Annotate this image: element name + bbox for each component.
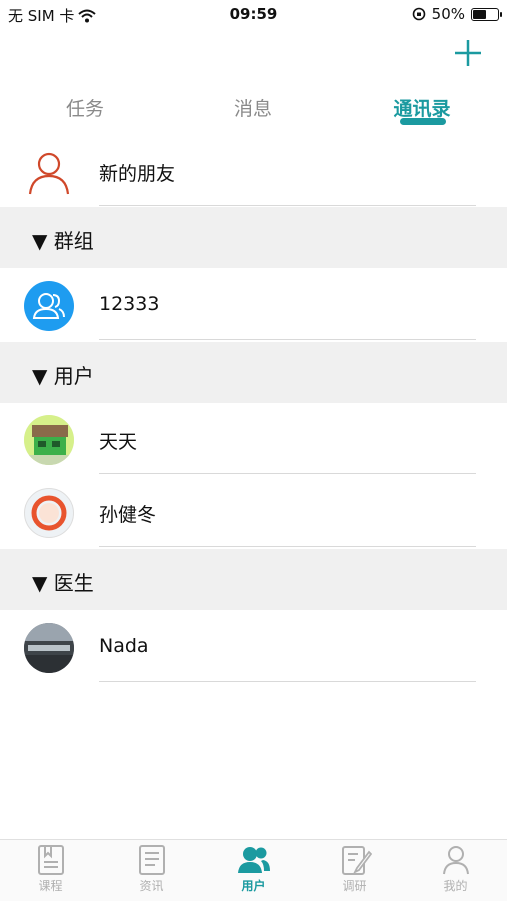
tab-messages[interactable]: 消息	[218, 94, 288, 121]
divider	[99, 339, 476, 340]
tabbar-label: 我的	[443, 879, 468, 893]
status-bar: 无 SIM 卡 09:59 50%	[0, 0, 507, 30]
new-friend-icon	[24, 147, 74, 197]
avatar	[24, 415, 74, 465]
add-icon[interactable]	[451, 36, 485, 70]
battery-percent: 50%	[431, 5, 465, 23]
section-doctors-label: ▼ 医生	[32, 571, 94, 595]
section-users[interactable]: ▼ 用户	[0, 342, 507, 403]
group-name: 12333	[99, 293, 160, 315]
tab-contacts[interactable]: 通讯录	[384, 94, 460, 121]
tab-tasks[interactable]: 任务	[50, 94, 120, 121]
list-item[interactable]: 12333	[0, 272, 507, 340]
list-item[interactable]: 天天	[0, 406, 507, 474]
divider	[99, 681, 476, 682]
group-avatar	[24, 281, 74, 331]
profile-icon	[443, 846, 469, 875]
tabbar-item-profile[interactable]: 我的	[405, 840, 506, 901]
news-icon	[139, 845, 165, 875]
tabbar-item-users[interactable]: 用户	[203, 840, 304, 901]
section-groups[interactable]: ▼ 群组	[0, 207, 507, 268]
avatar	[24, 623, 74, 673]
divider	[99, 205, 476, 206]
user-name: 天天	[99, 431, 138, 453]
tabbar-item-news[interactable]: 资讯	[101, 840, 202, 901]
list-item[interactable]: 孙健冬	[0, 479, 507, 547]
tabbar-item-course[interactable]: 课程	[0, 840, 101, 901]
survey-icon	[342, 846, 372, 875]
user-name: 孙健冬	[99, 504, 157, 526]
divider	[99, 546, 476, 547]
section-doctors[interactable]: ▼ 医生	[0, 549, 507, 610]
top-tabs: 任务 消息 通讯录	[0, 88, 507, 132]
list-item[interactable]: Nada	[0, 614, 507, 682]
new-friends-row[interactable]: 新的朋友	[0, 138, 507, 206]
tabbar-label: 课程	[38, 879, 63, 893]
active-tab-indicator	[400, 118, 446, 125]
avatar	[24, 488, 74, 538]
tabbar-label: 资讯	[139, 879, 164, 893]
orientation-lock-icon	[412, 7, 425, 21]
course-icon	[38, 845, 64, 875]
battery-icon	[471, 7, 502, 21]
section-groups-label: ▼ 群组	[32, 229, 94, 253]
doctor-name: Nada	[99, 635, 149, 657]
tabbar-label: 用户	[241, 879, 266, 893]
tabbar-item-survey[interactable]: 调研	[304, 840, 405, 901]
new-friends-label: 新的朋友	[99, 163, 176, 185]
bottom-tab-bar: 课程 资讯 用户 调研 我的	[0, 839, 507, 901]
tabbar-label: 调研	[342, 879, 367, 893]
users-icon	[238, 847, 270, 873]
section-users-label: ▼ 用户	[32, 364, 94, 388]
divider	[99, 473, 476, 474]
